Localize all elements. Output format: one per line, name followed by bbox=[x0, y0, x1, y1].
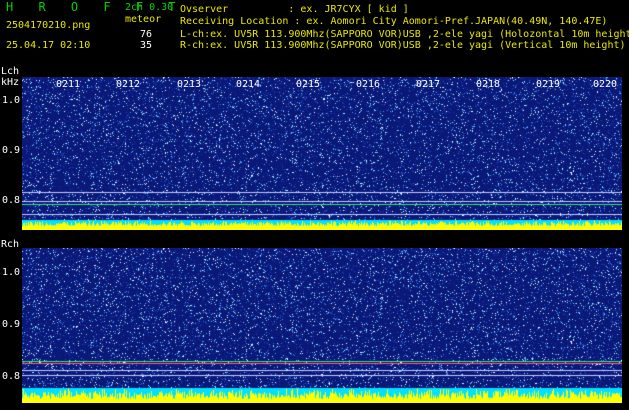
rch-tick-0-8: 0.8 bbox=[2, 371, 21, 382]
khz-label: kHz bbox=[1, 77, 20, 88]
rch-info: R-ch:ex. UV5R 113.900Mhz(SAPPORO VOR)USB… bbox=[180, 40, 626, 51]
time-tick-0218: 0218 bbox=[476, 79, 501, 90]
lch-tick-1-0: 1.0 bbox=[2, 95, 21, 106]
lch-meteor-count: 76 bbox=[140, 29, 153, 40]
lch-spectrogram bbox=[22, 77, 622, 230]
location-info: Receiving Location : ex. Aomori City Aom… bbox=[180, 16, 608, 27]
datetime-label: 25.04.17 02:10 bbox=[6, 40, 91, 51]
meteor-label: meteor bbox=[125, 14, 162, 25]
lch-tick-0-8: 0.8 bbox=[2, 195, 21, 206]
rch-meteor-count: 35 bbox=[140, 40, 153, 51]
filename-label: 2504170210.png bbox=[6, 20, 91, 31]
time-tick-0220: 0220 bbox=[593, 79, 618, 90]
lch-info: L-ch:ex. UV5R 113.900Mhz(SAPPORO VOR)USB… bbox=[180, 29, 629, 40]
time-tick-0211: 0211 bbox=[56, 79, 81, 90]
mode-label: 2ch 0.30 bbox=[125, 2, 174, 13]
rch-tick-0-9: 0.9 bbox=[2, 319, 21, 330]
time-tick-0215: 0215 bbox=[296, 79, 321, 90]
time-tick-0213: 0213 bbox=[177, 79, 202, 90]
time-tick-0216: 0216 bbox=[356, 79, 381, 90]
time-tick-0219: 0219 bbox=[536, 79, 561, 90]
rch-label: Rch bbox=[1, 239, 20, 250]
time-tick-0212: 0212 bbox=[116, 79, 141, 90]
time-tick-0217: 0217 bbox=[416, 79, 441, 90]
lch-label: Lch bbox=[1, 66, 20, 77]
observer-info: Ovserver : ex. JR7CYX [ kid ] bbox=[180, 4, 409, 15]
rch-tick-1-0: 1.0 bbox=[2, 267, 21, 278]
rch-spectrogram bbox=[22, 248, 622, 403]
lch-tick-0-9: 0.9 bbox=[2, 145, 21, 156]
time-tick-0214: 0214 bbox=[236, 79, 261, 90]
